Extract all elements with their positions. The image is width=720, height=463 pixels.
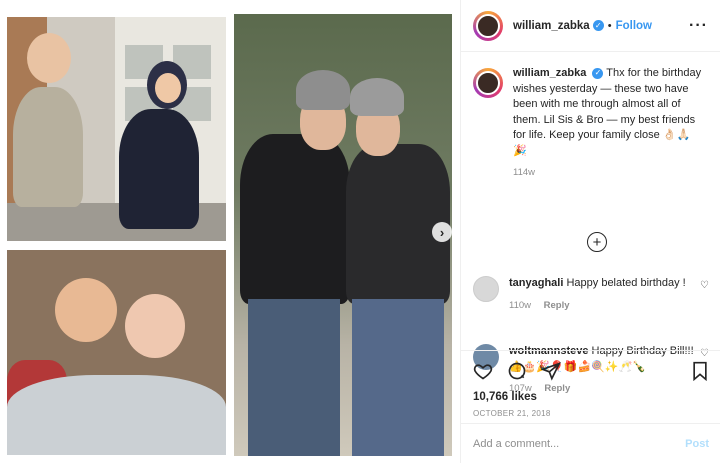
post-comment-button[interactable]: Post: [685, 438, 709, 450]
follow-button[interactable]: Follow: [616, 20, 652, 32]
verified-badge-icon: ✓: [592, 20, 604, 31]
comment-icon[interactable]: [507, 361, 527, 381]
post-actions: 10,766 likes OCTOBER 21, 2018: [461, 350, 720, 418]
photo-siblings-adult: [234, 14, 452, 456]
post-media: ›: [0, 0, 460, 463]
add-comment-input[interactable]: [473, 437, 686, 450]
comment-text: Happy belated birthday !: [566, 277, 686, 289]
post-sidebar: william_zabka ✓ • Follow ··· william_zab…: [460, 0, 720, 463]
share-icon[interactable]: [541, 361, 561, 381]
verified-badge-icon: ✓: [592, 67, 604, 79]
photo-kids-on-couch: [7, 250, 226, 455]
chevron-right-icon: ›: [439, 224, 445, 240]
separator-dot: •: [607, 19, 612, 32]
comments-section: william_zabka ✓ Thx for the birthday wis…: [461, 52, 720, 394]
next-image-button[interactable]: ›: [432, 222, 452, 242]
avatar[interactable]: [473, 10, 503, 41]
plus-circle-icon[interactable]: +: [587, 232, 607, 252]
comment-time[interactable]: 110w: [509, 300, 531, 311]
likes-count[interactable]: 10,766 likes: [473, 391, 709, 403]
heart-icon[interactable]: [473, 361, 493, 381]
post-header: william_zabka ✓ • Follow ···: [461, 0, 720, 52]
caption: william_zabka ✓ Thx for the birthday wis…: [473, 66, 708, 181]
photo-kids-by-door: [7, 17, 226, 241]
caption-time[interactable]: 114w: [513, 167, 535, 178]
heart-icon[interactable]: ♡: [700, 280, 709, 291]
comment-username[interactable]: tanyaghali: [509, 277, 563, 289]
caption-avatar[interactable]: [473, 68, 503, 98]
header-username[interactable]: william_zabka: [513, 20, 590, 32]
more-options-icon[interactable]: ···: [689, 17, 708, 35]
add-comment-bar: Post: [461, 423, 720, 463]
caption-text: Thx for the birthday wishes yesterday — …: [513, 67, 702, 157]
bookmark-icon[interactable]: [691, 361, 709, 381]
post-date: OCTOBER 21, 2018: [473, 409, 551, 418]
list-item: tanyaghali Happy belated birthday ! 110w…: [473, 276, 709, 313]
commenter-avatar[interactable]: [473, 276, 499, 302]
reply-button[interactable]: Reply: [544, 300, 570, 311]
caption-username[interactable]: william_zabka: [513, 67, 586, 79]
